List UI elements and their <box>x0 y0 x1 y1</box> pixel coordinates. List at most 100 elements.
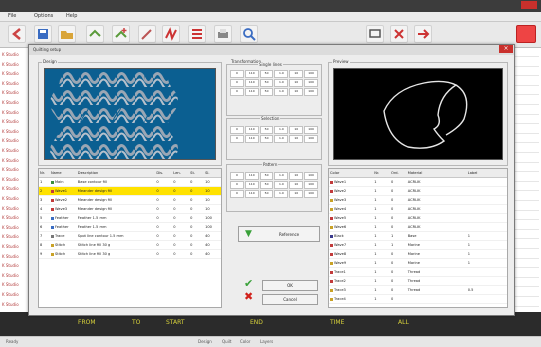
color-row[interactable]: Wave5 1 0 ACRLIK <box>329 214 507 223</box>
param-field[interactable]: 100 <box>304 181 318 189</box>
layer-row[interactable]: 4 Wave3 Meander design fill 0 0 0 10 <box>39 205 221 214</box>
param-field[interactable]: 1.0 <box>274 190 289 198</box>
param-field[interactable]: 10 <box>289 70 304 78</box>
layer-row[interactable]: 3 Wave2 Meander design fill 0 0 0 10 <box>39 196 221 205</box>
param-field[interactable]: 50 <box>259 190 274 198</box>
menu-help[interactable]: Help <box>66 13 77 19</box>
save-icon[interactable] <box>34 25 52 43</box>
reference-button[interactable]: ▼ Reference <box>238 226 320 242</box>
column-header[interactable]: Ord. <box>390 169 407 177</box>
param-field[interactable]: 10 <box>289 181 304 189</box>
column-header[interactable]: Label <box>467 169 507 177</box>
param-field[interactable]: 0 <box>230 70 244 78</box>
param-field[interactable]: 110 <box>244 135 259 143</box>
layer-row[interactable]: 9 Stitch Stitch line fill 30 g 0 0 0 40 <box>39 250 221 259</box>
zoom-icon[interactable] <box>240 25 258 43</box>
layer-row[interactable]: 6 Feather Feather 1.5 mm 0 0 0 100 <box>39 223 221 232</box>
param-field[interactable]: 50 <box>259 181 274 189</box>
param-field[interactable]: 1.0 <box>274 172 289 180</box>
column-header[interactable]: Sl. <box>204 169 221 177</box>
param-field[interactable]: 50 <box>259 88 274 96</box>
cancel-button[interactable]: Cancel <box>262 294 318 305</box>
grid-icon[interactable] <box>188 25 206 43</box>
param-field[interactable]: 1.0 <box>274 70 289 78</box>
layer-add-icon[interactable] <box>112 25 130 43</box>
param-field[interactable]: 100 <box>304 79 318 87</box>
param-field[interactable]: 0 <box>230 135 244 143</box>
param-field[interactable]: 10 <box>289 126 304 134</box>
param-field[interactable]: 1.0 <box>274 88 289 96</box>
param-field[interactable]: 50 <box>259 126 274 134</box>
param-field[interactable]: 1.0 <box>274 135 289 143</box>
color-row[interactable]: Trace2 1 0 Thread <box>329 277 507 286</box>
preview-canvas[interactable] <box>333 68 503 160</box>
ok-button[interactable]: OK <box>262 280 318 291</box>
menu-options[interactable]: Options <box>34 13 53 19</box>
column-header[interactable]: Len. <box>172 169 189 177</box>
stitch-icon[interactable] <box>162 25 180 43</box>
column-header[interactable]: Nr. <box>39 169 50 177</box>
cut-icon[interactable] <box>390 25 408 43</box>
param-field[interactable]: 110 <box>244 190 259 198</box>
layer-row[interactable]: 2 Wave1 Meander design fill 0 0 0 10 <box>39 187 221 196</box>
column-header[interactable]: Description <box>77 169 156 177</box>
column-header[interactable]: Name <box>50 169 77 177</box>
param-field[interactable]: 0 <box>230 88 244 96</box>
param-field[interactable]: 110 <box>244 79 259 87</box>
param-field[interactable]: 100 <box>304 172 318 180</box>
param-field[interactable]: 0 <box>230 181 244 189</box>
param-field[interactable]: 50 <box>259 70 274 78</box>
dialog-close-button[interactable]: × <box>499 45 513 53</box>
window-close-button[interactable] <box>521 1 537 9</box>
param-field[interactable]: 110 <box>244 88 259 96</box>
param-field[interactable]: 1.0 <box>274 79 289 87</box>
layer-icon[interactable] <box>86 25 104 43</box>
color-row[interactable]: Wave7 1 1 Marine 1 <box>329 241 507 250</box>
param-field[interactable]: 100 <box>304 70 318 78</box>
param-field[interactable]: 100 <box>304 190 318 198</box>
color-row[interactable]: Wave1 1 0 ACRLIK <box>329 178 507 187</box>
menu-file[interactable]: File <box>8 13 16 19</box>
column-header[interactable]: St. <box>189 169 204 177</box>
param-field[interactable]: 0 <box>230 126 244 134</box>
color-row[interactable]: Trace1 1 0 Thread <box>329 268 507 277</box>
param-field[interactable]: 110 <box>244 172 259 180</box>
export-icon[interactable] <box>516 25 536 43</box>
param-field[interactable]: 10 <box>289 190 304 198</box>
param-field[interactable]: 1.0 <box>274 126 289 134</box>
column-header[interactable]: Nr. <box>373 169 390 177</box>
param-field[interactable]: 10 <box>289 172 304 180</box>
color-row[interactable]: Wave4 1 0 ACRLIK <box>329 205 507 214</box>
param-field[interactable]: 100 <box>304 88 318 96</box>
color-row[interactable]: Wave3 1 0 ACRLIK <box>329 196 507 205</box>
monitor-icon[interactable] <box>366 25 384 43</box>
param-field[interactable]: 10 <box>289 79 304 87</box>
back-arrow-icon[interactable] <box>8 25 26 43</box>
color-row[interactable]: Trace4 1 0 <box>329 295 507 304</box>
layer-row[interactable]: 8 Stitch Stitch line fill 30 g 0 0 0 40 <box>39 241 221 250</box>
color-row[interactable]: Trace3 1 0 Thread 0.5 <box>329 286 507 295</box>
column-header[interactable]: Dis. <box>155 169 172 177</box>
param-field[interactable]: 0 <box>230 172 244 180</box>
param-field[interactable]: 50 <box>259 172 274 180</box>
param-field[interactable]: 0 <box>230 79 244 87</box>
param-field[interactable]: 110 <box>244 126 259 134</box>
param-field[interactable]: 100 <box>304 126 318 134</box>
param-field[interactable]: 50 <box>259 135 274 143</box>
transfer-icon[interactable] <box>414 25 432 43</box>
param-field[interactable]: 0 <box>230 190 244 198</box>
layer-row[interactable]: 7 Trace Spot line contour 1.5 mm 0 0 0 40 <box>39 232 221 241</box>
color-row[interactable]: Wave8 1 0 Marine 1 <box>329 250 507 259</box>
layer-row[interactable]: 1 Main Base contour fill 0 0 0 10 <box>39 178 221 187</box>
param-field[interactable]: 110 <box>244 181 259 189</box>
color-row[interactable]: Wave6 1 0 ACRLIK <box>329 223 507 232</box>
param-field[interactable]: 100 <box>304 135 318 143</box>
color-row[interactable]: Wave2 1 0 ACRLIK <box>329 187 507 196</box>
param-field[interactable]: 10 <box>289 135 304 143</box>
pen-icon[interactable] <box>138 25 156 43</box>
color-row[interactable]: Wave9 1 0 Marine 1 <box>329 259 507 268</box>
print-icon[interactable] <box>214 25 232 43</box>
param-field[interactable]: 50 <box>259 79 274 87</box>
layer-row[interactable]: 5 Feather Feather 1.5 mm 0 0 0 100 <box>39 214 221 223</box>
design-canvas[interactable] <box>44 68 216 160</box>
